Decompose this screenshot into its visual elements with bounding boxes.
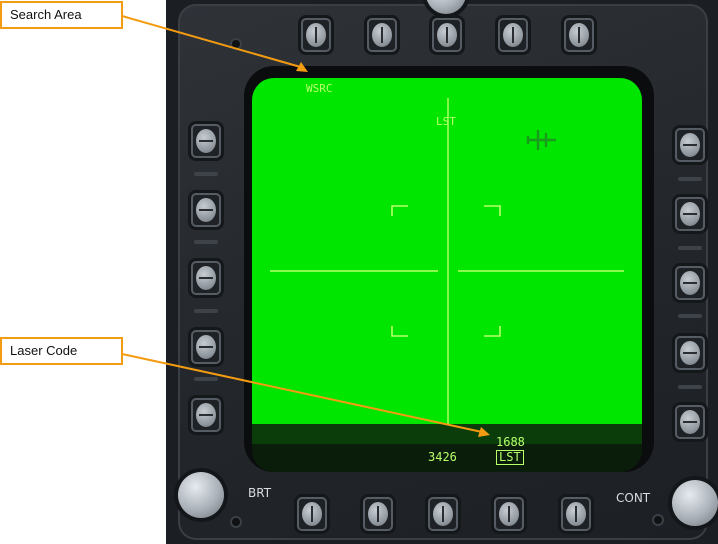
laser-code-arrowhead — [478, 427, 490, 437]
search-area-leader-line — [121, 15, 305, 69]
callout-leader-lines — [121, 15, 490, 437]
laser-code-callout: Laser Code — [0, 337, 123, 365]
search-area-callout: Search Area — [0, 1, 123, 29]
laser-code-leader-line — [121, 353, 483, 433]
